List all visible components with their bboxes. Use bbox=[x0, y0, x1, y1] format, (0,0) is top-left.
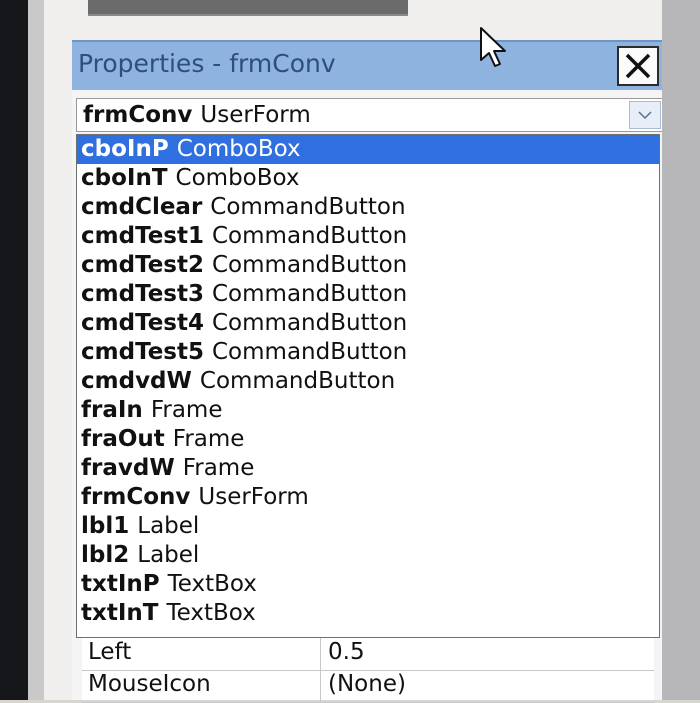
dropdown-item-cmdtest4[interactable]: cmdTest4 CommandButton bbox=[77, 309, 659, 338]
object-name: txtInT bbox=[81, 600, 159, 626]
object-name: fraOut bbox=[81, 426, 165, 452]
property-value[interactable]: (None) bbox=[328, 671, 406, 697]
close-icon bbox=[625, 53, 651, 79]
screen: Properties - frmConv frmConv UserForm cbo… bbox=[28, 0, 666, 703]
object-type: ComboBox bbox=[175, 165, 300, 191]
object-type: CommandButton bbox=[212, 223, 408, 249]
object-selector-value: frmConv UserForm bbox=[83, 102, 311, 128]
object-type: TextBox bbox=[166, 600, 256, 626]
object-type: CommandButton bbox=[212, 310, 408, 336]
properties-window: Properties - frmConv frmConv UserForm cbo… bbox=[72, 40, 666, 703]
object-name: txtInP bbox=[81, 571, 160, 597]
object-name: cmdTest4 bbox=[81, 310, 204, 336]
object-name: cmdTest3 bbox=[81, 281, 204, 307]
title-bar[interactable]: Properties - frmConv bbox=[72, 40, 666, 90]
object-name: cboInP bbox=[81, 136, 169, 162]
object-name: cmdTest1 bbox=[81, 223, 204, 249]
dropdown-item-lbl2[interactable]: lbl2 Label bbox=[77, 541, 659, 570]
chevron-down-icon bbox=[638, 111, 652, 120]
object-name: fravdW bbox=[81, 455, 175, 481]
property-row-left[interactable]: Left 0.5 bbox=[82, 638, 654, 671]
dropdown-item-frmconv[interactable]: frmConv UserForm bbox=[77, 483, 659, 512]
toolbar-strip bbox=[88, 0, 408, 16]
dropdown-item-fraout[interactable]: fraOut Frame bbox=[77, 425, 659, 454]
object-type: ComboBox bbox=[176, 136, 301, 162]
object-name: cmdTest5 bbox=[81, 339, 204, 365]
object-type: Frame bbox=[172, 426, 245, 452]
window-title: Properties - frmConv bbox=[78, 49, 336, 78]
dropdown-item-cmdtest3[interactable]: cmdTest3 CommandButton bbox=[77, 280, 659, 309]
dropdown-item-cmdtest1[interactable]: cmdTest1 CommandButton bbox=[77, 222, 659, 251]
object-name: cmdTest2 bbox=[81, 252, 204, 278]
object-type: Frame bbox=[182, 455, 255, 481]
dropdown-item-cmdvdw[interactable]: cmdvdW CommandButton bbox=[77, 367, 659, 396]
selected-object-name: frmConv bbox=[83, 102, 193, 128]
object-type: CommandButton bbox=[212, 281, 408, 307]
object-type: UserForm bbox=[198, 484, 309, 510]
editor-edge bbox=[28, 0, 44, 700]
object-type: CommandButton bbox=[212, 339, 408, 365]
dropdown-arrow-button[interactable] bbox=[629, 101, 661, 129]
object-type: TextBox bbox=[167, 571, 257, 597]
object-type: Label bbox=[137, 513, 200, 539]
dropdown-item-txtint[interactable]: txtInT TextBox bbox=[77, 599, 659, 628]
dropdown-item-cboinp[interactable]: cboInP ComboBox bbox=[77, 135, 659, 164]
dropdown-item-cmdclear[interactable]: cmdClear CommandButton bbox=[77, 193, 659, 222]
object-type: CommandButton bbox=[199, 368, 396, 394]
object-name: frmConv bbox=[81, 484, 191, 510]
close-button[interactable] bbox=[617, 46, 659, 86]
object-name: lbl1 bbox=[81, 513, 130, 539]
properties-grid: Left 0.5 MouseIcon (None) bbox=[82, 638, 654, 703]
object-dropdown-list[interactable]: cboInP ComboBox cboInT ComboBox cmdClear Comm… bbox=[76, 134, 660, 638]
property-row-mouseicon[interactable]: MouseIcon (None) bbox=[82, 670, 654, 703]
selected-object-type: UserForm bbox=[200, 102, 311, 128]
object-name: fraIn bbox=[81, 397, 143, 423]
object-name: cmdvdW bbox=[81, 368, 192, 394]
object-name: cmdClear bbox=[81, 194, 203, 220]
mouse-pointer-icon bbox=[480, 27, 506, 67]
object-name: lbl2 bbox=[81, 542, 130, 568]
object-name: cboInT bbox=[81, 165, 168, 191]
property-value[interactable]: 0.5 bbox=[328, 639, 365, 665]
dropdown-item-cmdtest5[interactable]: cmdTest5 CommandButton bbox=[77, 338, 659, 367]
dropdown-item-txtinp[interactable]: txtInP TextBox bbox=[77, 570, 659, 599]
object-selector-combobox[interactable]: frmConv UserForm bbox=[76, 98, 664, 132]
column-divider bbox=[320, 670, 321, 702]
dropdown-item-cmdtest2[interactable]: cmdTest2 CommandButton bbox=[77, 251, 659, 280]
property-name: Left bbox=[88, 639, 132, 665]
object-type: CommandButton bbox=[212, 252, 408, 278]
object-type: Label bbox=[137, 542, 200, 568]
monitor-bezel-left bbox=[0, 0, 28, 700]
dropdown-item-frain[interactable]: fraIn Frame bbox=[77, 396, 659, 425]
dropdown-item-lbl1[interactable]: lbl1 Label bbox=[77, 512, 659, 541]
column-divider bbox=[320, 638, 321, 670]
monitor-bezel-right bbox=[662, 0, 700, 700]
object-type: Frame bbox=[150, 397, 223, 423]
property-name: MouseIcon bbox=[88, 671, 211, 697]
dropdown-item-fravdw[interactable]: fravdW Frame bbox=[77, 454, 659, 483]
object-type: CommandButton bbox=[210, 194, 406, 220]
dropdown-item-cboint[interactable]: cboInT ComboBox bbox=[77, 164, 659, 193]
